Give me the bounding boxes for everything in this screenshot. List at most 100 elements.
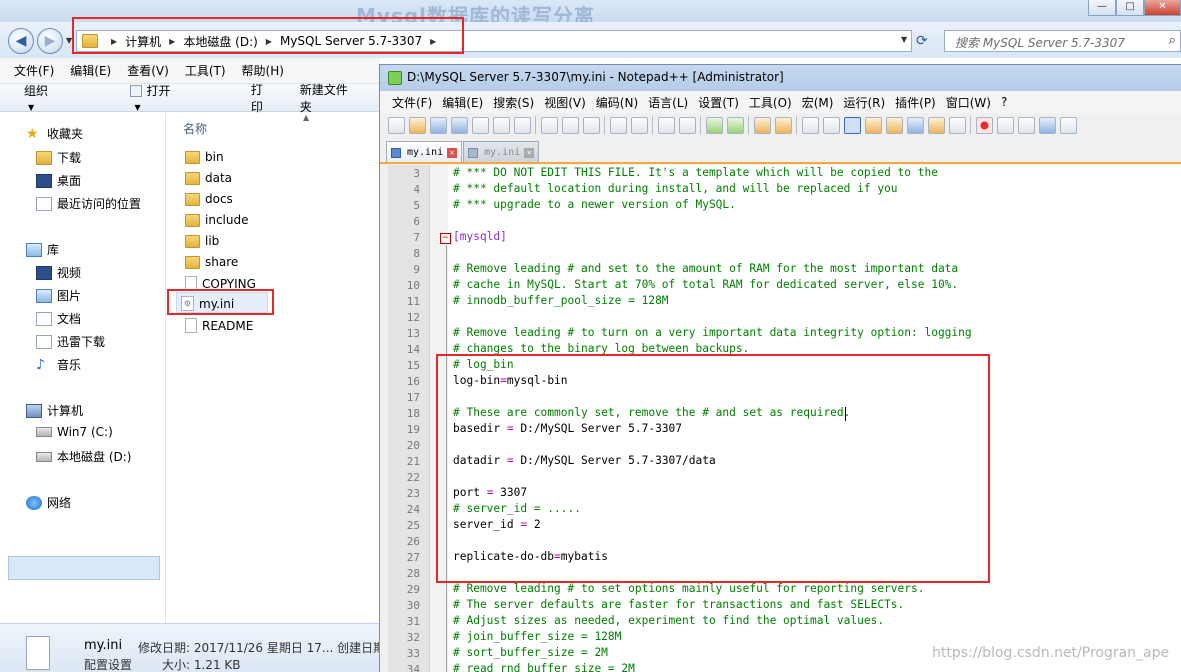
save-all-icon[interactable] [451,116,468,134]
save-macro-icon[interactable] [1060,116,1077,134]
nav-network[interactable]: 网络 [26,494,71,511]
search-icon[interactable]: ⌕ [1169,33,1176,48]
document-map-icon[interactable] [886,116,903,134]
notepadpp-title: D:\MySQL Server 5.7-3307\my.ini - Notepa… [407,70,784,84]
close-button[interactable]: ✕ [1144,0,1181,16]
line-number: 17 [406,391,420,404]
sync-horizontal-icon[interactable] [775,116,792,134]
npp-menu-macro[interactable]: 宏(M) [802,94,834,111]
nav-desktop[interactable]: 桌面 [36,172,81,189]
menu-view[interactable]: 查看(V) [127,62,169,79]
zoom-in-icon[interactable] [706,116,723,134]
nav-documents[interactable]: 文档 [36,310,81,327]
back-button[interactable]: ◀ [8,28,34,54]
menu-help[interactable]: 帮助(H) [242,62,284,79]
zoom-out-icon[interactable] [727,116,744,134]
npp-menu-search[interactable]: 搜索(S) [493,94,534,111]
tab-close-icon[interactable]: ✕ [524,147,535,158]
undo-icon[interactable] [610,116,627,134]
file-item-readme[interactable]: README [185,318,253,333]
file-item-data[interactable]: data [185,171,232,185]
nav-downloads[interactable]: 下载 [36,149,81,166]
code-line: # *** upgrade to a newer version of MySQ… [453,198,736,211]
find-icon[interactable] [658,116,675,134]
npp-menu-file[interactable]: 文件(F) [392,94,432,111]
npp-menu-encoding[interactable]: 编码(N) [596,94,638,111]
selection-highlight [8,556,160,580]
stop-macro-icon[interactable] [997,116,1014,134]
npp-menu-window[interactable]: 窗口(W) [946,94,991,111]
line-number: 26 [406,535,420,548]
sync-vertical-icon[interactable] [754,116,771,134]
tab-close-icon[interactable]: ✕ [447,147,458,158]
play-macro-icon[interactable] [1018,116,1035,134]
minimize-button[interactable]: — [1088,0,1116,16]
close-file-icon[interactable] [472,116,489,134]
nav-recent[interactable]: 最近访问的位置 [36,195,141,212]
npp-menu-edit[interactable]: 编辑(E) [442,94,483,111]
nav-thunder-downloads[interactable]: 迅雷下载 [36,333,105,350]
npp-menu-run[interactable]: 运行(R) [843,94,885,111]
folder-icon [185,171,200,185]
menu-tools[interactable]: 工具(T) [185,62,226,79]
nav-drive-c[interactable]: Win7 (C:) [36,425,113,439]
sort-arrow-icon: ▲ [303,113,310,122]
nav-libraries[interactable]: 库 [26,241,59,258]
menu-edit[interactable]: 编辑(E) [70,62,111,79]
desktop-icon [36,173,52,188]
print-button[interactable]: 打印 [251,81,272,115]
npp-menu-tools[interactable]: 工具(O) [749,94,792,111]
open-file-icon[interactable] [409,116,426,134]
navigation-pane: ★ 收藏夹 下载 桌面 最近访问的位置 库 视频 图片 文档 迅雷下载 ♪ 音乐 计… [0,113,166,623]
npp-menu-settings[interactable]: 设置(T) [698,94,739,111]
new-folder-button[interactable]: 新建文件夹 [300,81,352,115]
refresh-icon[interactable]: ⟳ [916,33,928,49]
forward-button[interactable]: ▶ [37,28,63,54]
nav-favorites[interactable]: ★ 收藏夹 [26,125,83,142]
replace-icon[interactable] [679,116,696,134]
toolbar-separator [652,116,653,134]
toolbar-separator [970,116,971,134]
print-icon[interactable] [514,116,531,134]
run-macro-multiple-icon[interactable] [1039,116,1056,134]
address-dropdown-icon[interactable]: ▼ [901,35,907,44]
function-list-icon[interactable] [907,116,924,134]
file-item-include[interactable]: include [185,213,248,227]
menu-file[interactable]: 文件(F) [14,62,54,79]
file-item-lib[interactable]: lib [185,234,219,248]
column-header-name[interactable]: 名称 [183,120,207,137]
folder-workspace-icon[interactable] [928,116,945,134]
nav-music[interactable]: ♪ 音乐 [36,356,81,373]
cut-icon[interactable] [541,116,558,134]
npp-menu-view[interactable]: 视图(V) [544,94,586,111]
search-box[interactable]: 搜索 MySQL Server 5.7-3307 ⌕ [944,30,1181,52]
monitoring-icon[interactable] [949,116,966,134]
file-item-share[interactable]: share [185,255,238,269]
tab-my-ini-inactive[interactable]: my.ini ✕ [463,141,540,163]
nav-computer[interactable]: 计算机 [26,402,83,419]
close-all-icon[interactable] [493,116,510,134]
fold-collapse-icon[interactable]: − [440,233,451,244]
user-language-icon[interactable] [865,116,882,134]
npp-menu-language[interactable]: 语言(L) [648,94,688,111]
maximize-button[interactable]: □ [1116,0,1144,16]
copy-icon[interactable] [562,116,579,134]
show-all-chars-icon[interactable] [823,116,840,134]
nav-drive-d[interactable]: 本地磁盘 (D:) [36,448,131,465]
record-macro-icon[interactable] [976,116,993,134]
open-button[interactable]: 打开▼ [130,82,222,113]
new-file-icon[interactable] [388,116,405,134]
npp-menu-plugins[interactable]: 插件(P) [895,94,936,111]
nav-pictures[interactable]: 图片 [36,287,81,304]
tab-my-ini-active[interactable]: my.ini ✕ [386,141,463,163]
paste-icon[interactable] [583,116,600,134]
nav-videos[interactable]: 视频 [36,264,81,281]
npp-menu-help[interactable]: ? [1001,95,1007,109]
redo-icon[interactable] [631,116,648,134]
organize-button[interactable]: 组织▼ [24,82,102,113]
save-icon[interactable] [430,116,447,134]
indent-guide-icon[interactable] [844,116,861,134]
file-item-bin[interactable]: bin [185,150,224,164]
word-wrap-icon[interactable] [802,116,819,134]
file-item-docs[interactable]: docs [185,192,233,206]
